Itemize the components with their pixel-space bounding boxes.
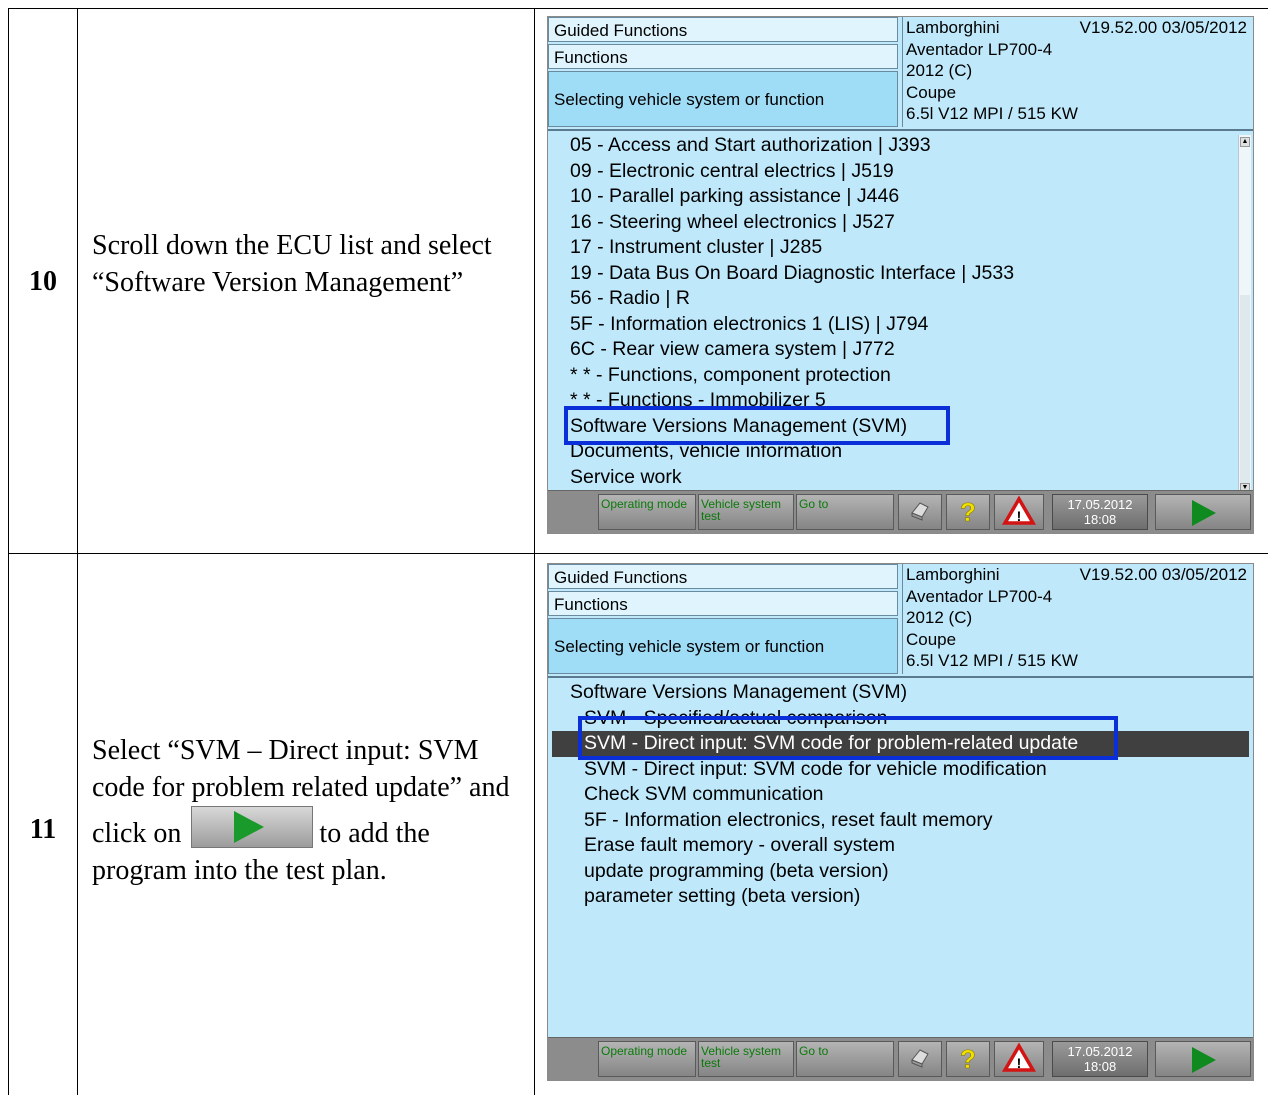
next-arrow-icon (1192, 500, 1216, 526)
list-item[interactable]: 5F - Information electronics, reset faul… (584, 808, 993, 834)
list-item[interactable]: 09 - Electronic central electrics | J519 (570, 159, 894, 185)
list-item[interactable]: 17 - Instrument cluster | J285 (570, 235, 822, 261)
list-item[interactable]: 5F - Information electronics 1 (LIS) | J… (570, 312, 928, 338)
header-separator (548, 676, 1253, 678)
svg-text:?: ? (960, 497, 976, 527)
list-item[interactable]: Check SVM communication (584, 782, 824, 808)
list-item[interactable]: 10 - Parallel parking assistance | J446 (570, 184, 899, 210)
row-divider (8, 553, 1268, 554)
bottom-toolbar: Operating mode Vehicle system test Go to… (548, 1037, 1253, 1080)
time-text: 18:08 (1083, 512, 1117, 527)
vehicle-system-test-button[interactable]: Vehicle system test (698, 494, 794, 530)
print-button[interactable] (898, 494, 942, 530)
list-item[interactable]: parameter setting (beta version) (584, 884, 860, 910)
list-item[interactable]: 6C - Rear view camera system | J772 (570, 337, 895, 363)
nav-functions[interactable]: Functions (548, 44, 898, 69)
vehicle-info: Lamborghini V19.52.00 03/05/2012 Aventad… (902, 17, 1253, 127)
vehicle-model: Aventador LP700-4 (906, 586, 1053, 606)
vehicle-system-test-button[interactable]: Vehicle system test (698, 1041, 794, 1077)
svm-direct-input-highlight-box (578, 716, 1118, 760)
vehicle-year: 2012 (C) (906, 61, 973, 80)
go-to-button[interactable]: Go to (796, 494, 894, 530)
help-icon: ? (960, 497, 976, 528)
svg-text:?: ? (960, 1044, 976, 1074)
next-button-image (191, 806, 314, 848)
list-item[interactable]: 05 - Access and Start authorization | J3… (570, 133, 931, 159)
list-item[interactable]: 56 - Radio | R (570, 286, 690, 312)
help-button[interactable]: ? (946, 494, 990, 530)
nav-guided-functions[interactable]: Guided Functions (548, 17, 898, 42)
nav-selecting-vehicle-system[interactable]: Selecting vehicle system or function (548, 71, 898, 127)
printer-icon (911, 502, 929, 521)
next-arrow-icon (1192, 1047, 1216, 1073)
list-scrollbar[interactable]: ▲ ▼ (1238, 135, 1251, 495)
help-button[interactable]: ? (946, 1041, 990, 1077)
software-version: V19.52.00 03/05/2012 (1079, 18, 1247, 37)
screen-header: Guided Functions Functions Selecting veh… (548, 17, 1253, 127)
svm-list-title[interactable]: Software Versions Management (SVM) (570, 680, 907, 706)
list-item[interactable]: 16 - Steering wheel electronics | J527 (570, 210, 895, 236)
list-item[interactable]: * * - Functions, component protection (570, 363, 891, 389)
scroll-up-icon[interactable]: ▲ (1240, 137, 1250, 147)
list-item[interactable]: Service work (570, 465, 682, 491)
date-text: 17.05.2012 (1067, 497, 1133, 512)
step-number: 10 (29, 266, 57, 297)
date-time-display: 17.05.2012 18:08 (1052, 1041, 1148, 1077)
vehicle-engine: 6.5l V12 MPI / 515 KW (906, 651, 1078, 670)
table-border-left (8, 8, 9, 1095)
next-button[interactable] (1155, 494, 1251, 530)
vehicle-engine: 6.5l V12 MPI / 515 KW (906, 104, 1078, 123)
step-instruction: Scroll down the ECU list and select “Sof… (92, 230, 492, 298)
warning-button[interactable]: ! (994, 494, 1044, 530)
play-arrow-icon (234, 811, 265, 843)
next-button[interactable] (1155, 1041, 1251, 1077)
date-text: 17.05.2012 (1067, 1044, 1133, 1059)
help-icon: ? (960, 1044, 976, 1075)
warning-button[interactable]: ! (994, 1041, 1044, 1077)
list-item[interactable]: Erase fault memory - overall system (584, 833, 895, 859)
list-item[interactable]: SVM - Direct input: SVM code for vehicle… (584, 757, 1047, 783)
operating-mode-button[interactable]: Operating mode (598, 494, 696, 530)
time-text: 18:08 (1083, 1059, 1117, 1074)
vehicle-body: Coupe (906, 629, 957, 649)
svm-highlight-box (564, 406, 950, 445)
print-button[interactable] (898, 1041, 942, 1077)
header-separator (548, 129, 1253, 131)
diagnostic-screen-svm-menu: Guided Functions Functions Selecting veh… (547, 563, 1254, 1081)
scroll-thumb[interactable] (1240, 295, 1250, 485)
vehicle-model: Aventador LP700-4 (906, 39, 1053, 59)
date-time-display: 17.05.2012 18:08 (1052, 494, 1148, 530)
go-to-button[interactable]: Go to (796, 1041, 894, 1077)
column-divider-number (77, 8, 78, 1095)
list-item[interactable]: update programming (beta version) (584, 859, 889, 885)
vehicle-year: 2012 (C) (906, 608, 973, 627)
table-border-top (8, 8, 1268, 9)
software-version: V19.52.00 03/05/2012 (1079, 565, 1247, 584)
step-number: 11 (29, 814, 57, 845)
nav-guided-functions[interactable]: Guided Functions (548, 564, 898, 589)
operating-mode-button[interactable]: Operating mode (598, 1041, 696, 1077)
vehicle-body: Coupe (906, 82, 957, 102)
printer-icon (911, 1049, 929, 1068)
list-item[interactable]: 19 - Data Bus On Board Diagnostic Interf… (570, 261, 1014, 287)
svg-text:!: ! (1017, 508, 1022, 524)
column-divider-text (534, 8, 535, 1095)
bottom-toolbar: Operating mode Vehicle system test Go to… (548, 490, 1253, 533)
nav-selecting-vehicle-system[interactable]: Selecting vehicle system or function (548, 618, 898, 674)
warning-icon: ! (1001, 1042, 1037, 1072)
nav-functions[interactable]: Functions (548, 591, 898, 616)
step-instruction: Select “SVM – Direct input: SVM code for… (92, 732, 522, 889)
warning-icon: ! (1001, 495, 1037, 525)
vehicle-info: Lamborghini V19.52.00 03/05/2012 Aventad… (902, 564, 1253, 674)
screen-header: Guided Functions Functions Selecting veh… (548, 564, 1253, 674)
diagnostic-screen-ecu-list: Guided Functions Functions Selecting veh… (547, 16, 1254, 534)
svg-text:!: ! (1017, 1055, 1022, 1071)
